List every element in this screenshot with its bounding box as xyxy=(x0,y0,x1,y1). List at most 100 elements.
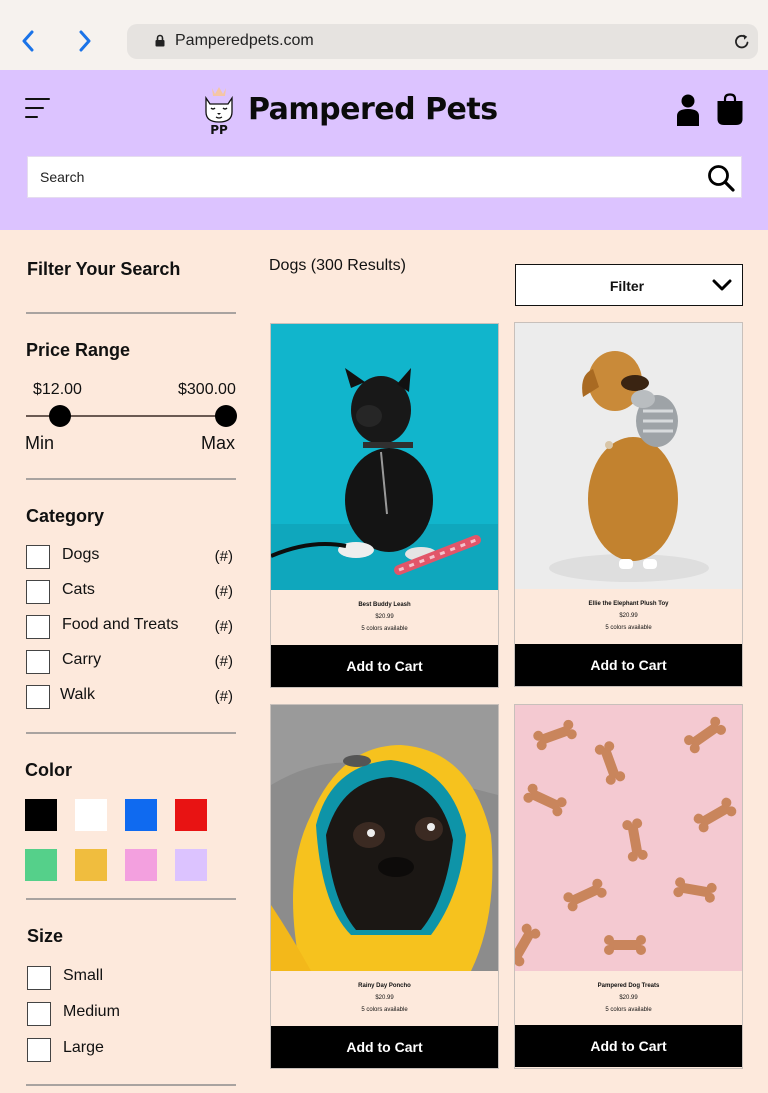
checkbox[interactable] xyxy=(27,1038,51,1062)
max-label: Max xyxy=(201,433,236,453)
add-to-cart-button[interactable]: Add to Cart xyxy=(515,1025,742,1067)
color-swatch-yellow[interactable] xyxy=(75,849,107,881)
color-title: Color xyxy=(25,760,72,780)
product-colors-available: 5 colors available xyxy=(361,1007,408,1013)
category-count: (#) xyxy=(214,618,233,635)
price-min-handle[interactable] xyxy=(49,405,71,427)
product-card: Best Buddy Leash $20.99 5 colors availab… xyxy=(270,323,499,688)
color-swatch-pink[interactable] xyxy=(125,849,157,881)
product-card: Ellie the Elephant Plush Toy $20.99 5 co… xyxy=(514,322,743,687)
divider xyxy=(26,312,236,314)
menu-line-icon xyxy=(25,107,44,109)
category-option-cats[interactable]: Cats (#) xyxy=(26,580,236,604)
menu-line-icon xyxy=(25,116,38,118)
checkbox[interactable] xyxy=(26,685,50,709)
results-title: Dogs (300 Results) xyxy=(269,257,406,274)
product-image[interactable] xyxy=(271,705,498,971)
search-bar xyxy=(27,156,742,198)
checkbox[interactable] xyxy=(26,580,50,604)
product-name[interactable]: Best Buddy Leash xyxy=(271,602,498,608)
product-price: $20.99 xyxy=(619,995,638,1001)
category-option-carry[interactable]: Carry (#) xyxy=(26,650,236,674)
category-count: (#) xyxy=(214,688,233,705)
divider xyxy=(26,898,236,900)
category-label: Cats xyxy=(62,581,95,598)
filter-dropdown[interactable]: Filter xyxy=(515,264,743,306)
product-image[interactable] xyxy=(515,323,742,589)
product-colors-available: 5 colors available xyxy=(605,1007,652,1013)
color-swatch-red[interactable] xyxy=(175,799,207,831)
shopping-bag-icon[interactable] xyxy=(716,93,744,126)
back-button[interactable] xyxy=(15,28,41,54)
address-bar[interactable]: Pamperedpets.com xyxy=(127,24,758,59)
add-to-cart-button[interactable]: Add to Cart xyxy=(271,645,498,687)
chevron-left-icon xyxy=(22,30,34,52)
add-to-cart-button[interactable]: Add to Cart xyxy=(271,1026,498,1068)
price-max-value: $300.00 xyxy=(178,381,236,398)
logo-cat-icon[interactable]: PP xyxy=(200,84,238,136)
size-label: Small xyxy=(63,967,104,984)
filter-title: Filter Your Search xyxy=(27,259,181,279)
min-label: Min xyxy=(25,433,55,453)
size-label: Large xyxy=(63,1039,104,1056)
filter-sidebar: Filter Your Search Price Range $12.00 $3… xyxy=(0,230,250,1093)
product-colors-available: 5 colors available xyxy=(361,626,408,632)
category-count: (#) xyxy=(214,653,233,670)
category-option-food-and-treats[interactable]: Food and Treats (#) xyxy=(26,615,236,639)
category-label: Food and Treats xyxy=(62,616,179,633)
size-option-large[interactable]: Large xyxy=(27,1038,237,1062)
user-icon[interactable] xyxy=(676,94,700,126)
category-count: (#) xyxy=(214,548,233,565)
chevron-right-icon xyxy=(79,30,91,52)
pug-in-yellow-poncho-image xyxy=(271,705,498,971)
search-icon[interactable] xyxy=(707,164,735,192)
product-image[interactable] xyxy=(271,324,498,590)
category-label: Walk xyxy=(60,686,95,703)
price-min-value: $12.00 xyxy=(33,381,82,398)
checkbox[interactable] xyxy=(26,545,50,569)
size-option-small[interactable]: Small xyxy=(27,966,237,990)
product-card: Pampered Dog Treats $20.99 5 colors avai… xyxy=(514,704,743,1069)
checkbox[interactable] xyxy=(26,650,50,674)
category-option-dogs[interactable]: Dogs (#) xyxy=(26,545,236,569)
category-option-walk[interactable]: Walk (#) xyxy=(26,685,236,709)
chevron-down-icon xyxy=(712,279,732,291)
menu-button[interactable] xyxy=(25,96,51,120)
checkbox[interactable] xyxy=(26,615,50,639)
product-name[interactable]: Rainy Day Poncho xyxy=(271,983,498,989)
brand-name[interactable]: Pampered Pets xyxy=(248,92,498,127)
search-input[interactable] xyxy=(28,157,698,197)
filter-dropdown-label: Filter xyxy=(609,278,645,294)
site-header: PP Pampered Pets xyxy=(0,70,768,230)
forward-button[interactable] xyxy=(72,28,98,54)
product-image[interactable] xyxy=(515,705,742,971)
divider xyxy=(26,1084,236,1086)
divider xyxy=(26,478,236,480)
pug-with-leash-image xyxy=(271,324,498,590)
color-swatch-black[interactable] xyxy=(25,799,57,831)
checkbox[interactable] xyxy=(27,1002,51,1026)
category-count: (#) xyxy=(214,583,233,600)
add-to-cart-button[interactable]: Add to Cart xyxy=(515,644,742,686)
divider xyxy=(26,732,236,734)
menu-line-icon xyxy=(25,98,50,100)
checkbox[interactable] xyxy=(27,966,51,990)
color-swatch-blue[interactable] xyxy=(125,799,157,831)
color-swatch-lavender[interactable] xyxy=(175,849,207,881)
product-name[interactable]: Ellie the Elephant Plush Toy xyxy=(515,601,742,607)
url-text: Pamperedpets.com xyxy=(175,32,314,49)
reload-icon[interactable] xyxy=(734,33,750,50)
product-name[interactable]: Pampered Dog Treats xyxy=(515,983,742,989)
category-label: Dogs xyxy=(62,546,100,563)
category-title: Category xyxy=(26,506,105,526)
price-max-handle[interactable] xyxy=(215,405,237,427)
browser-toolbar: Pamperedpets.com xyxy=(0,0,768,70)
size-title: Size xyxy=(27,926,64,946)
size-option-medium[interactable]: Medium xyxy=(27,1002,237,1026)
product-colors-available: 5 colors available xyxy=(605,625,652,631)
color-swatch-green[interactable] xyxy=(25,849,57,881)
price-range-title: Price Range xyxy=(26,340,131,360)
size-label: Medium xyxy=(63,1003,120,1020)
color-swatch-white[interactable] xyxy=(75,799,107,831)
logo-monogram: PP xyxy=(210,123,228,136)
